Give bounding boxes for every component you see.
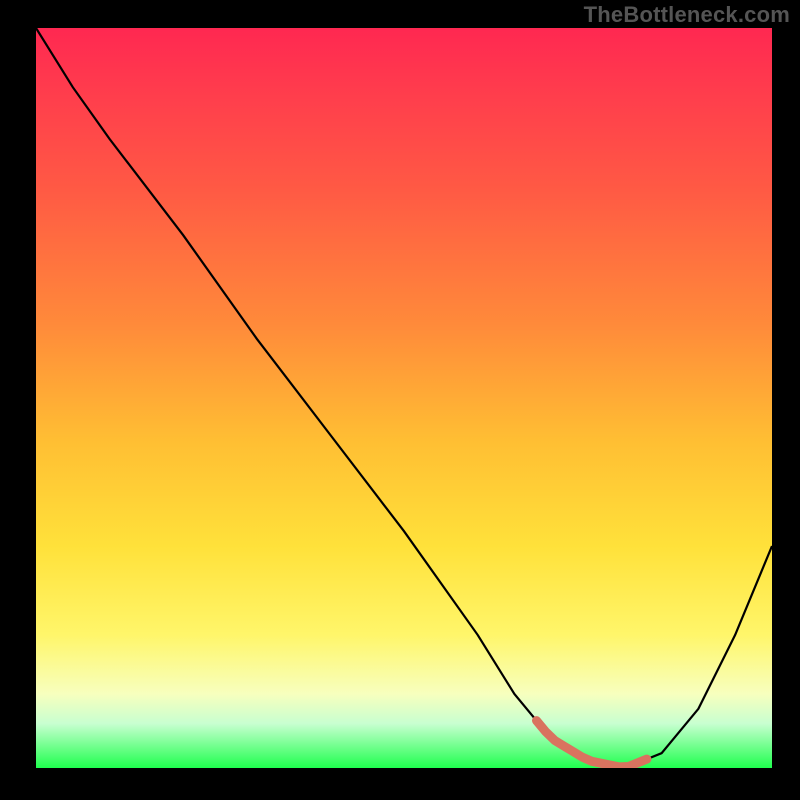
watermark-text: TheBottleneck.com <box>584 2 790 28</box>
trough-highlight-path <box>537 721 647 767</box>
bottleneck-curve-svg <box>36 28 772 768</box>
plot-area <box>36 28 772 768</box>
bottleneck-curve-path <box>36 28 772 768</box>
chart-container: TheBottleneck.com <box>0 0 800 800</box>
